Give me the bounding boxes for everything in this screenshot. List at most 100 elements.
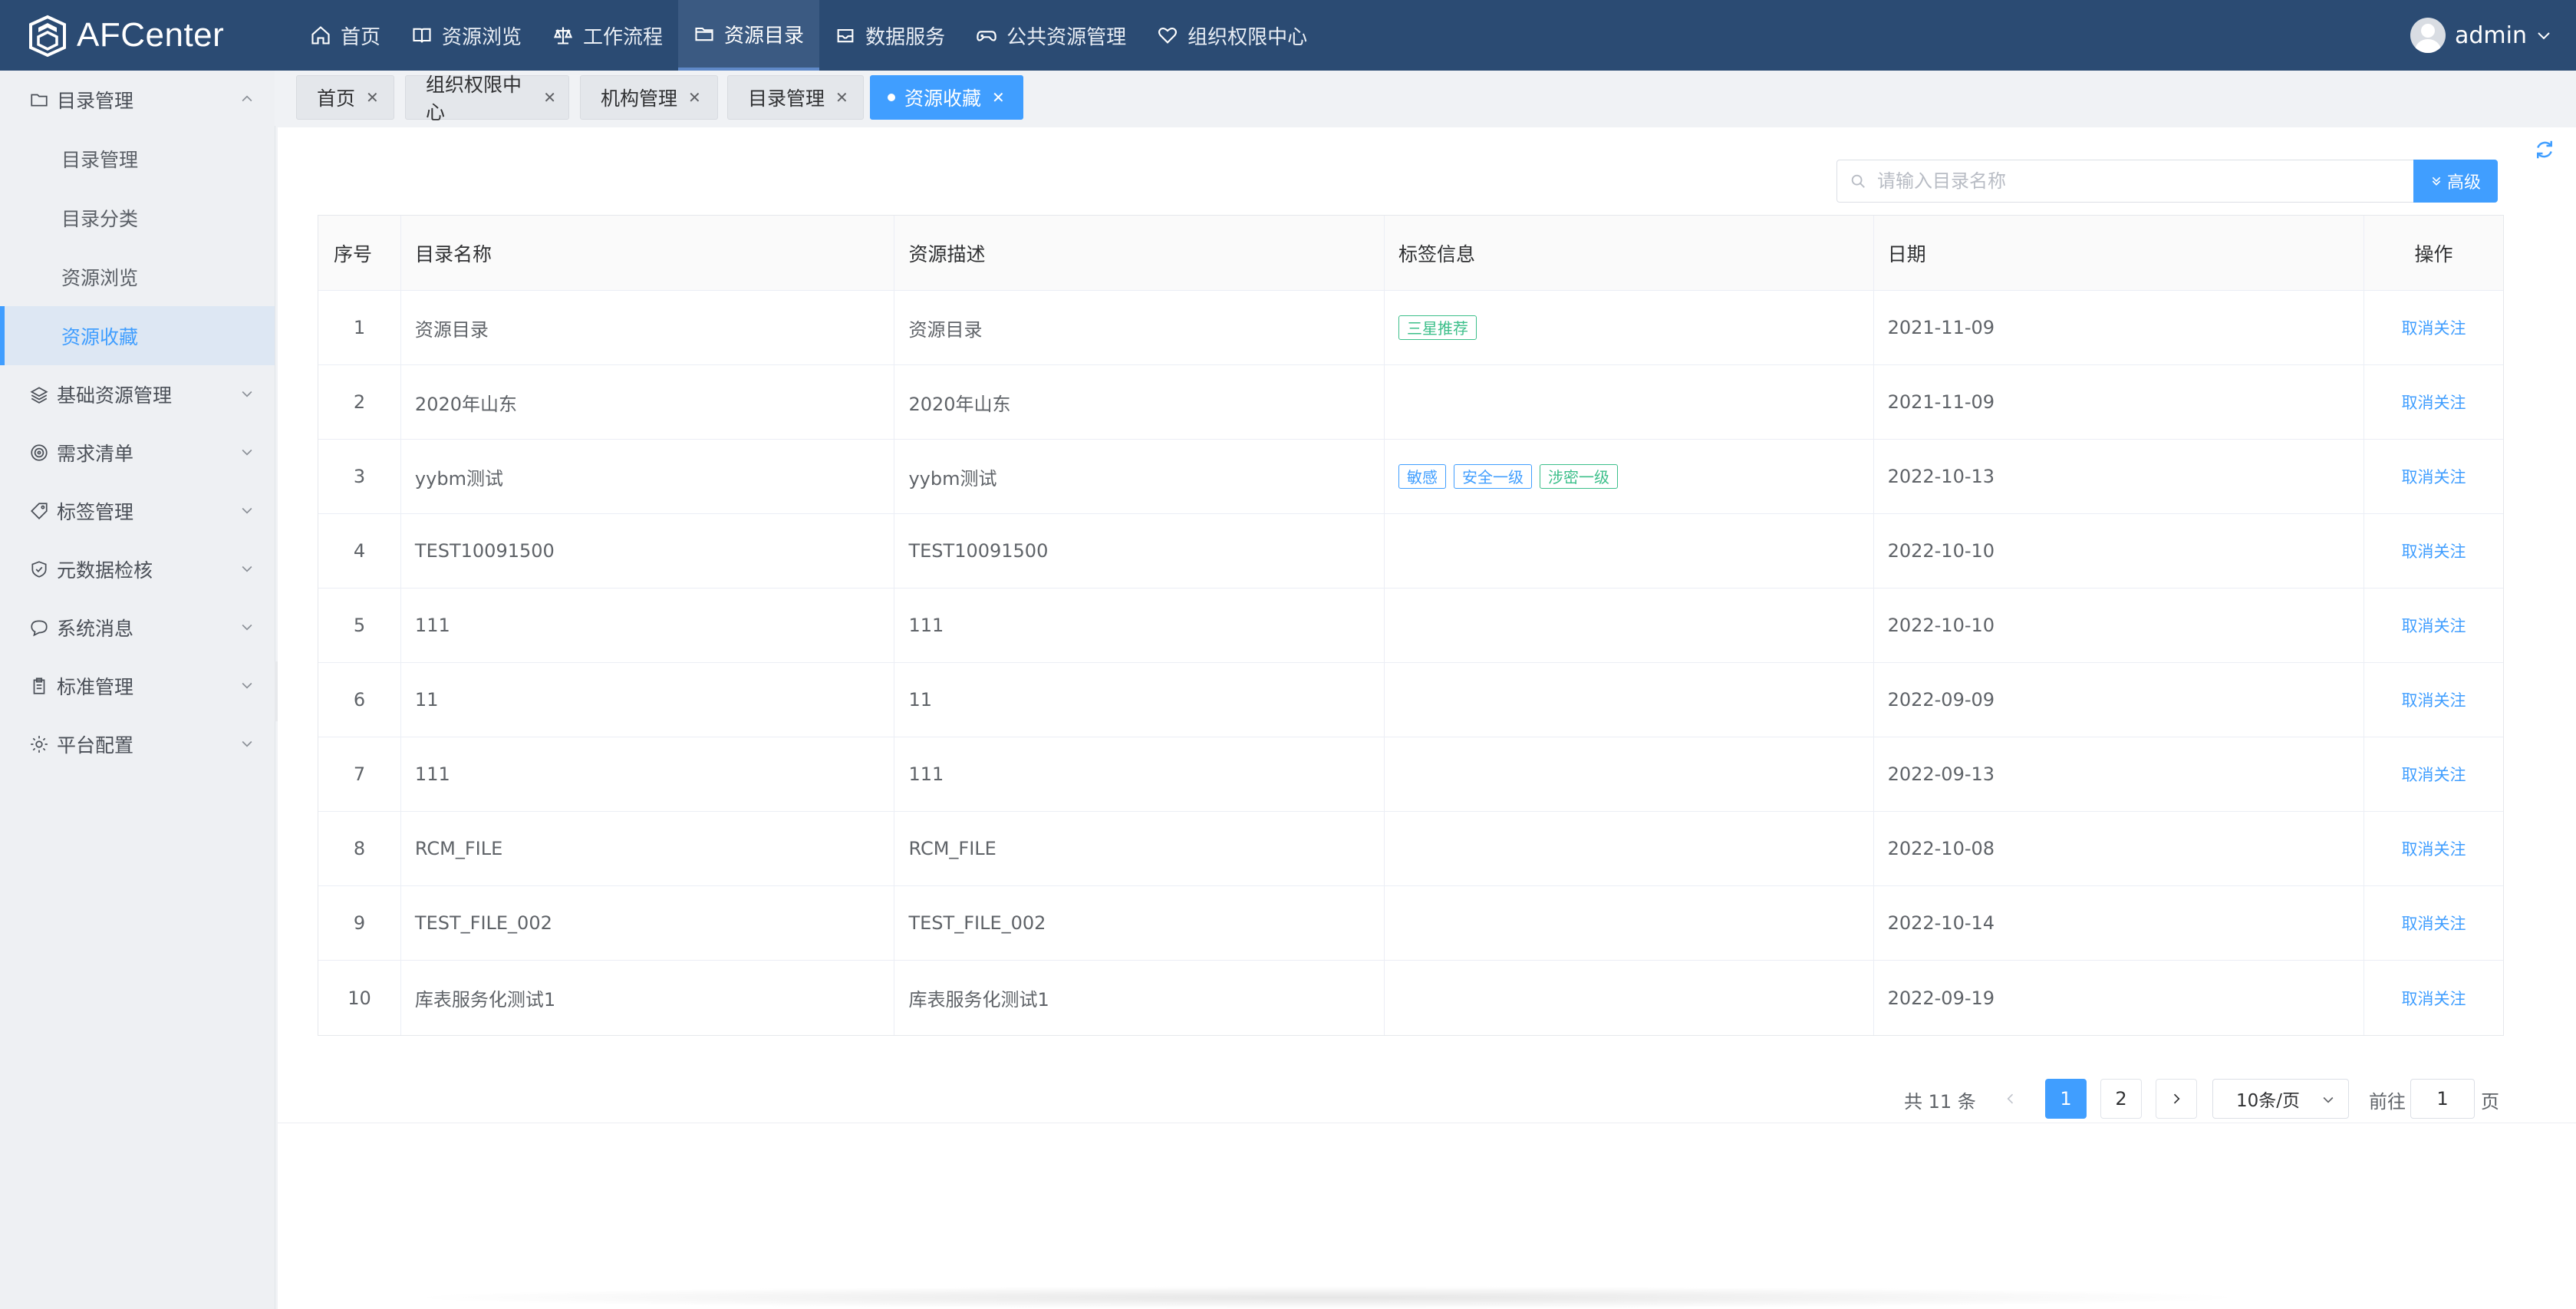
table-row: 4 TEST10091500 TEST10091500 2022-10-10 取消关注 bbox=[318, 514, 2503, 589]
sidebar-group-standard-management[interactable]: 标准管理 bbox=[0, 657, 275, 715]
resource-desc-cell: 11 bbox=[894, 663, 1385, 737]
page-button-1[interactable]: 1 bbox=[2045, 1079, 2087, 1119]
sidebar: 目录管理 目录管理 目录分类 资源浏览 资源收藏 基础资源管理 需求清单 标签管… bbox=[0, 71, 275, 1309]
sidebar-group-label: 元数据检核 bbox=[57, 559, 153, 582]
heart-icon bbox=[1158, 28, 1178, 44]
topnav-workflow[interactable]: 工作流程 bbox=[537, 0, 678, 71]
sidebar-item-resource-browse[interactable]: 资源浏览 bbox=[0, 247, 275, 306]
sidebar-group-requirements[interactable]: 需求清单 bbox=[0, 424, 275, 482]
column-header[interactable]: 资源描述 bbox=[894, 216, 1385, 290]
row-index: 2 bbox=[318, 365, 401, 439]
sidebar-group-catalog-management[interactable]: 目录管理 bbox=[0, 71, 275, 129]
topnav-public-resource[interactable]: 公共资源管理 bbox=[960, 0, 1141, 71]
chevron-down-icon bbox=[2538, 32, 2550, 40]
goto-page-input[interactable] bbox=[2410, 1079, 2475, 1119]
column-header[interactable]: 日期 bbox=[1874, 216, 2365, 290]
unfollow-link[interactable]: 取消关注 bbox=[2402, 539, 2466, 562]
tags-cell bbox=[1385, 514, 1874, 588]
sidebar-group-basic-resource[interactable]: 基础资源管理 bbox=[0, 365, 275, 424]
row-index: 6 bbox=[318, 663, 401, 737]
unfollow-link[interactable]: 取消关注 bbox=[2402, 987, 2466, 1010]
sidebar-group-label: 标签管理 bbox=[57, 501, 134, 523]
topnav-resource-catalog[interactable]: 资源目录 bbox=[678, 0, 820, 71]
topnav-org-permission[interactable]: 组织权限中心 bbox=[1141, 0, 1323, 71]
tags-cell bbox=[1385, 812, 1874, 885]
topnav-resource-browse[interactable]: 资源浏览 bbox=[396, 0, 537, 71]
column-header[interactable]: 操作 bbox=[2364, 216, 2503, 290]
table-header: 序号 目录名称 资源描述 标签信息 日期 操作 bbox=[318, 216, 2503, 291]
catalog-name-cell: 资源目录 bbox=[401, 291, 895, 364]
unfollow-link[interactable]: 取消关注 bbox=[2402, 837, 2466, 860]
folder-icon bbox=[695, 27, 713, 41]
close-icon[interactable]: ✕ bbox=[992, 88, 1005, 107]
tab-home[interactable]: 首页 ✕ bbox=[296, 75, 394, 120]
page-size-select[interactable]: 10条/页 bbox=[2212, 1079, 2349, 1119]
chevron-down-icon bbox=[242, 449, 252, 456]
resource-desc-cell: yybm测试 bbox=[894, 440, 1385, 513]
catalog-name-cell: yybm测试 bbox=[401, 440, 895, 513]
sidebar-group-tag-management[interactable]: 标签管理 bbox=[0, 482, 275, 540]
close-icon[interactable]: ✕ bbox=[366, 88, 379, 107]
sidebar-item-resource-favorites[interactable]: 资源收藏 bbox=[0, 306, 275, 365]
app-logo[interactable]: AFCenter bbox=[26, 12, 224, 58]
unfollow-link[interactable]: 取消关注 bbox=[2402, 614, 2466, 637]
sidebar-group-platform-config[interactable]: 平台配置 bbox=[0, 715, 275, 773]
row-index: 5 bbox=[318, 589, 401, 662]
close-icon[interactable]: ✕ bbox=[688, 88, 701, 107]
active-dot bbox=[888, 94, 895, 101]
avatar bbox=[2410, 18, 2446, 53]
search-box bbox=[1836, 160, 2413, 203]
sidebar-group-label: 需求清单 bbox=[57, 443, 134, 465]
top-nav: 首页 资源浏览 工作流程 资源目录 数据服务 公共资源管理 组织权限中心 bbox=[295, 0, 1323, 71]
search-input[interactable] bbox=[1876, 170, 2400, 193]
action-cell: 取消关注 bbox=[2364, 514, 2503, 588]
clipboard-icon bbox=[33, 678, 45, 694]
action-cell: 取消关注 bbox=[2364, 961, 2503, 1035]
sidebar-item-catalog-category[interactable]: 目录分类 bbox=[0, 188, 275, 247]
user-menu[interactable]: admin bbox=[2410, 0, 2553, 71]
tab-label: 首页 bbox=[317, 87, 356, 110]
sidebar-group-metadata-check[interactable]: 元数据检核 bbox=[0, 540, 275, 598]
unfollow-link[interactable]: 取消关注 bbox=[2402, 912, 2466, 935]
topnav-data-service[interactable]: 数据服务 bbox=[819, 0, 960, 71]
chevron-down-icon bbox=[242, 740, 252, 747]
unfollow-link[interactable]: 取消关注 bbox=[2402, 763, 2466, 786]
date-cell: 2022-10-13 bbox=[1874, 440, 2365, 513]
tab-catalog-management[interactable]: 目录管理 ✕ bbox=[727, 75, 864, 120]
table-row: 6 11 11 2022-09-09 取消关注 bbox=[318, 663, 2503, 737]
tags-cell bbox=[1385, 365, 1874, 439]
refresh-icon[interactable] bbox=[2533, 138, 2556, 161]
advanced-search-button[interactable]: 高级 bbox=[2413, 160, 2498, 203]
afcenter-logo-icon bbox=[29, 15, 66, 57]
pagination-total: 共 11 条 bbox=[1904, 1091, 1976, 1113]
catalog-name-cell: 111 bbox=[401, 589, 895, 662]
tab-org-permission[interactable]: 组织权限中心 ✕ bbox=[405, 74, 569, 124]
sidebar-item-catalog-management[interactable]: 目录管理 bbox=[0, 129, 275, 188]
action-cell: 取消关注 bbox=[2364, 440, 2503, 513]
next-page-button[interactable] bbox=[2156, 1079, 2197, 1119]
catalog-name-cell: 库表服务化测试1 bbox=[401, 961, 895, 1035]
close-icon[interactable]: ✕ bbox=[835, 88, 848, 107]
sidebar-group-label: 平台配置 bbox=[57, 734, 134, 757]
column-header[interactable]: 标签信息 bbox=[1385, 216, 1874, 290]
unfollow-link[interactable]: 取消关注 bbox=[2402, 688, 2466, 711]
tab-resource-favorites[interactable]: 资源收藏 ✕ bbox=[870, 75, 1023, 120]
topnav-home[interactable]: 首页 bbox=[295, 0, 396, 71]
topnav-label: 资源浏览 bbox=[442, 25, 522, 49]
unfollow-link[interactable]: 取消关注 bbox=[2402, 391, 2466, 414]
prev-page-button[interactable] bbox=[1990, 1079, 2031, 1119]
column-header[interactable]: 序号 bbox=[318, 216, 401, 290]
unfollow-link[interactable]: 取消关注 bbox=[2402, 316, 2466, 339]
folder-icon bbox=[31, 94, 48, 107]
table-row: 3 yybm测试 yybm测试 敏感 安全一级 涉密一级 2022-10-13 取消关注 bbox=[318, 440, 2503, 514]
close-icon[interactable]: ✕ bbox=[543, 88, 556, 107]
unfollow-link[interactable]: 取消关注 bbox=[2402, 465, 2466, 488]
tags-cell bbox=[1385, 589, 1874, 662]
table-row: 1 资源目录 资源目录 三星推荐 2021-11-09 取消关注 bbox=[318, 291, 2503, 365]
catalog-name-cell: TEST_FILE_002 bbox=[401, 886, 895, 960]
tab-org-management[interactable]: 机构管理 ✕ bbox=[580, 75, 718, 120]
column-header[interactable]: 目录名称 bbox=[401, 216, 895, 290]
tab-label: 目录管理 bbox=[748, 87, 825, 110]
sidebar-group-system-messages[interactable]: 系统消息 bbox=[0, 598, 275, 657]
page-button-2[interactable]: 2 bbox=[2100, 1079, 2142, 1119]
